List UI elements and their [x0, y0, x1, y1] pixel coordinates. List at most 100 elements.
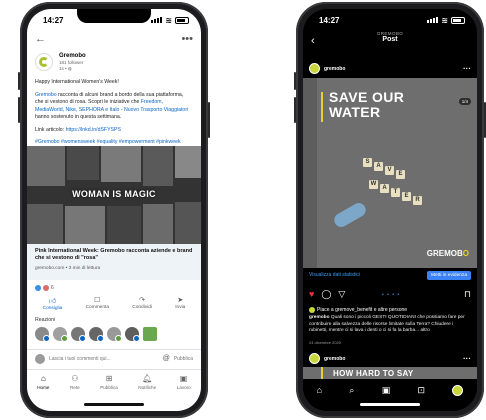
status-time: 14:27: [319, 15, 340, 25]
more-options-icon[interactable]: ···: [463, 354, 471, 363]
comment-icon: ☐: [94, 297, 101, 304]
more-options-icon[interactable]: •••: [181, 33, 193, 45]
post-username[interactable]: gremobo: [324, 66, 345, 72]
plus-square-icon: ⊞: [105, 374, 113, 383]
post-image[interactable]: SAVE OUR WATER 1/4 S A V E W A T E R GRE…: [303, 78, 477, 268]
back-chevron-icon[interactable]: ‹: [311, 35, 315, 47]
article-domain: gremobo.com • 3 min di lettura: [35, 266, 101, 272]
nav-home[interactable]: ⌂ Home: [37, 374, 49, 401]
back-arrow-icon[interactable]: ←: [35, 33, 46, 45]
bottom-nav: ⌂ Home ⚇ Rete ⊞ Pubblica 🔔︎ Notifiche ▣ Lavor…: [27, 369, 201, 401]
publish-comment-button[interactable]: Pubblica: [174, 356, 193, 362]
phone-instagram: 14:27 ≋ ‹ GREMOBO Post gremobo ··· SAVE …: [294, 2, 486, 418]
bell-icon: 🔔︎: [142, 374, 153, 383]
comment-icon[interactable]: ◯: [321, 289, 331, 300]
home-indicator: [360, 403, 420, 406]
reactions-summary[interactable]: 6: [35, 285, 54, 291]
insights-bar: Visualizza dati statistici Metti in evid…: [303, 268, 477, 282]
post-paragraph: Gremobo racconta di alcuni brand a bordo…: [35, 91, 189, 121]
network-icon: ⚇: [71, 374, 79, 383]
reactions-avatars: [35, 327, 157, 342]
post-header: gremobo ···: [309, 353, 471, 364]
phone-linkedin: 14:27 ≋ ← ••• Gremobo 181 follower 1s • …: [18, 2, 210, 418]
gremobo-logo-icon[interactable]: [35, 53, 53, 71]
nav-post[interactable]: ⊞ Pubblica: [100, 374, 118, 401]
avatar: [309, 307, 315, 313]
volume-button: [18, 72, 20, 90]
send-icon: ➤: [177, 297, 184, 304]
brand-logo: GREMOBO: [426, 249, 469, 258]
volume-button: [294, 72, 296, 90]
article-title: Pink International Week: Gremobo raccont…: [35, 248, 193, 262]
brand-link[interactable]: Gremobo: [35, 92, 57, 98]
carousel-counter-badge: 1/4: [458, 98, 471, 105]
power-button: [208, 102, 210, 138]
post-author: Gremobo 181 follower 1s • ◍: [35, 53, 193, 72]
article-link-line: Link articolo: https://lnkd.in/dSFYSPS: [35, 126, 121, 133]
shop-icon[interactable]: ⊡: [417, 385, 425, 396]
home-icon[interactable]: ⌂: [317, 385, 322, 395]
more-options-icon[interactable]: ···: [463, 64, 471, 73]
promote-button[interactable]: Metti in evidenza: [427, 270, 471, 280]
company-name[interactable]: Gremobo: [59, 53, 86, 60]
reels-icon[interactable]: ▣: [382, 385, 391, 396]
share-button[interactable]: ↷ Condividi: [132, 296, 152, 311]
caption: gremobo Quali sono i piccoli GESTI QUOTI…: [309, 315, 465, 334]
bookmark-icon[interactable]: ⊓: [464, 289, 471, 300]
signal-icon: [427, 17, 439, 23]
post-time: 1s • ◍: [59, 66, 72, 72]
send-icon[interactable]: ▽: [338, 289, 345, 300]
thumbs-up-icon: 👍︎: [48, 298, 57, 305]
like-button[interactable]: 👍︎ Consiglia: [43, 296, 63, 311]
linkedin-top-bar: ← •••: [27, 31, 201, 47]
next-post-image[interactable]: HOW HARD TO SAY: [303, 367, 477, 379]
article-link[interactable]: https://lnkd.in/dSFYSPS: [66, 127, 121, 133]
view-insights-link[interactable]: Visualizza dati statistici: [309, 272, 360, 278]
avatar[interactable]: [35, 327, 50, 342]
image-headline: SAVE OUR WATER: [329, 89, 405, 121]
home-indicator: [84, 403, 144, 406]
comment-button[interactable]: ☐ Commenta: [86, 296, 109, 311]
notch: [353, 9, 427, 23]
bottom-nav: ⌂ ⌕ ▣ ⊡: [303, 379, 477, 401]
heart-icon[interactable]: ♥: [309, 289, 314, 300]
company-avatar[interactable]: [143, 327, 157, 341]
briefcase-icon: ▣: [179, 374, 188, 383]
post-actions: 👍︎ Consiglia ☐ Commenta ↷ Condividi ➤ Invia: [31, 296, 197, 311]
avatar[interactable]: [309, 63, 320, 74]
reactions-label: Reazioni: [35, 317, 56, 323]
post-header: gremobo ···: [309, 63, 471, 74]
avatar[interactable]: [89, 327, 104, 342]
status-time: 14:27: [43, 15, 64, 25]
avatar: [35, 353, 45, 364]
volume-button: [18, 97, 20, 123]
article-card[interactable]: Pink International Week: Gremobo raccont…: [27, 244, 201, 280]
screenshot: 14:27 ≋ ← ••• Gremobo 181 follower 1s • …: [0, 0, 486, 420]
post-image-collage[interactable]: WOMAN IS MAGIC: [27, 146, 201, 244]
send-button[interactable]: ➤ Invia: [175, 296, 185, 311]
nav-notifications[interactable]: 🔔︎ Notifiche: [138, 374, 156, 401]
post-username[interactable]: gremobo: [324, 356, 345, 362]
avatar[interactable]: [107, 327, 122, 342]
comment-input[interactable]: Lascia i tuoi commenti qui...: [49, 356, 111, 362]
globe-icon: ◍: [67, 66, 72, 72]
search-icon[interactable]: ⌕: [349, 385, 354, 396]
avatar[interactable]: [125, 327, 140, 342]
battery-icon: [451, 16, 465, 24]
instagram-screen: 14:27 ≋ ‹ GREMOBO Post gremobo ··· SAVE …: [303, 9, 477, 411]
nav-jobs[interactable]: ▣ Lavoro: [177, 374, 191, 401]
collage-title: WOMAN IS MAGIC: [72, 189, 156, 199]
nav-network[interactable]: ⚇ Rete: [70, 374, 80, 401]
carousel-dots: • • • •: [382, 292, 401, 298]
love-reaction-icon: [43, 285, 49, 291]
likes-line[interactable]: Piace a gremove_benefit e altre persone: [309, 307, 471, 313]
avatar[interactable]: [53, 327, 68, 342]
profile-avatar[interactable]: [452, 384, 464, 396]
wifi-icon: ≋: [165, 15, 172, 25]
wifi-icon: ≋: [441, 15, 448, 25]
avatar[interactable]: [71, 327, 86, 342]
mention-icon[interactable]: @: [163, 355, 170, 362]
like-reaction-icon: [35, 285, 41, 291]
avatar[interactable]: [309, 353, 320, 364]
accent-line: [321, 92, 323, 122]
